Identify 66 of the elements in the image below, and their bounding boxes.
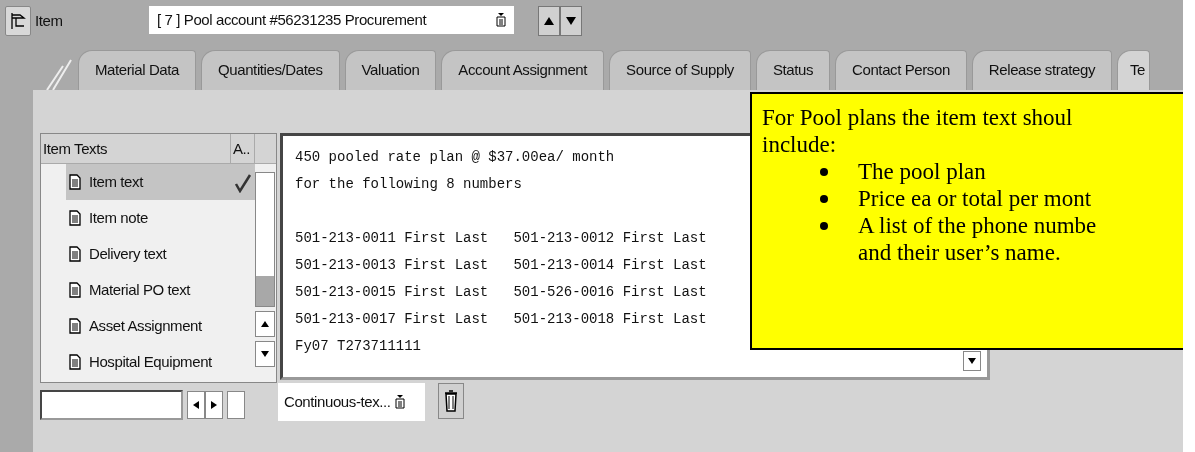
tab[interactable]: Te (1117, 50, 1151, 90)
text-line: 501-213-0017 First Last 501-213-0018 First Last (295, 310, 707, 329)
flag-icon (10, 12, 26, 30)
text-line: 450 pooled rate plan @ $37.00ea/ month (295, 148, 615, 167)
trash-icon (444, 390, 458, 412)
document-icon (69, 210, 81, 226)
up-arrow-icon (543, 16, 555, 26)
scroll-left-button[interactable] (187, 391, 205, 419)
tab[interactable]: Release strategy (971, 50, 1112, 90)
note-text: For Pool plans the item text shoul (762, 104, 1073, 131)
up-arrow-icon (261, 321, 269, 327)
note-text: include: (762, 131, 837, 158)
right-arrow-icon (211, 401, 217, 409)
tab[interactable]: Contact Person (835, 50, 967, 90)
column-header: Item Texts (41, 134, 231, 163)
document-icon (69, 174, 81, 190)
scroll-down-button[interactable] (255, 341, 275, 367)
item-selector[interactable]: [ 7 ] Pool account #56231235 Procurement (149, 6, 514, 34)
down-arrow-icon (261, 351, 269, 357)
list-item[interactable]: Delivery text (66, 236, 231, 272)
bullet-icon (820, 168, 828, 176)
note-text: The pool plan (858, 158, 986, 185)
text-line: 501-213-0015 First Last 501-526-0016 First Last (295, 283, 707, 302)
tab[interactable]: Quantities/Dates (201, 50, 340, 90)
dropdown-icon (496, 13, 506, 27)
item-label: Item (34, 11, 64, 31)
text-line: for the following 8 numbers (295, 175, 522, 194)
document-icon (69, 246, 81, 262)
text-line: Fy07 T273711111 (295, 337, 422, 356)
column-header: A.. (231, 134, 255, 163)
list-item[interactable]: Item note (66, 200, 231, 236)
scroll-up-button[interactable] (255, 311, 275, 337)
left-arrow-icon (193, 401, 199, 409)
down-arrow-icon (565, 16, 577, 26)
text-line: 501-213-0011 First Last 501-213-0012 First Last (295, 229, 707, 248)
tab[interactable]: Material Data (78, 50, 196, 90)
note-text: Price ea or total per mont (858, 185, 1092, 212)
next-button[interactable] (560, 6, 582, 36)
document-icon (69, 318, 81, 334)
delete-button[interactable] (438, 383, 464, 419)
dropdown-icon (394, 395, 405, 409)
document-icon (69, 354, 81, 370)
tab[interactable]: Status (755, 50, 831, 90)
tab[interactable]: Source of Supply (609, 50, 751, 90)
note-text: A list of the phone numbe (858, 212, 1097, 239)
scroll-right-button[interactable] (205, 391, 223, 419)
scrollbar-track[interactable] (255, 172, 275, 307)
text-line: 501-213-0013 First Last 501-213-0014 First Last (295, 256, 707, 275)
down-arrow-icon (968, 358, 976, 364)
list-item[interactable]: Material PO text (66, 272, 231, 308)
bullet-icon (820, 195, 828, 203)
horizontal-scrollbar[interactable] (40, 390, 183, 420)
format-dropdown[interactable]: Continuous-tex... (278, 383, 425, 421)
tab[interactable]: Account Assignment (441, 50, 605, 90)
expand-button[interactable] (5, 6, 31, 36)
list-item[interactable]: Hospital Equipment (66, 344, 231, 380)
tab[interactable]: Valuation (344, 50, 437, 90)
note-text: and their user’s name. (858, 239, 1061, 266)
scroll-down-button[interactable] (963, 351, 981, 371)
previous-button[interactable] (538, 6, 560, 36)
document-icon (69, 282, 81, 298)
list-item[interactable]: Item text (66, 164, 231, 200)
corner-box (227, 391, 245, 419)
list-item[interactable]: Asset Assignment (66, 308, 231, 344)
bullet-icon (820, 222, 828, 230)
scrollbar-thumb[interactable] (256, 276, 274, 306)
